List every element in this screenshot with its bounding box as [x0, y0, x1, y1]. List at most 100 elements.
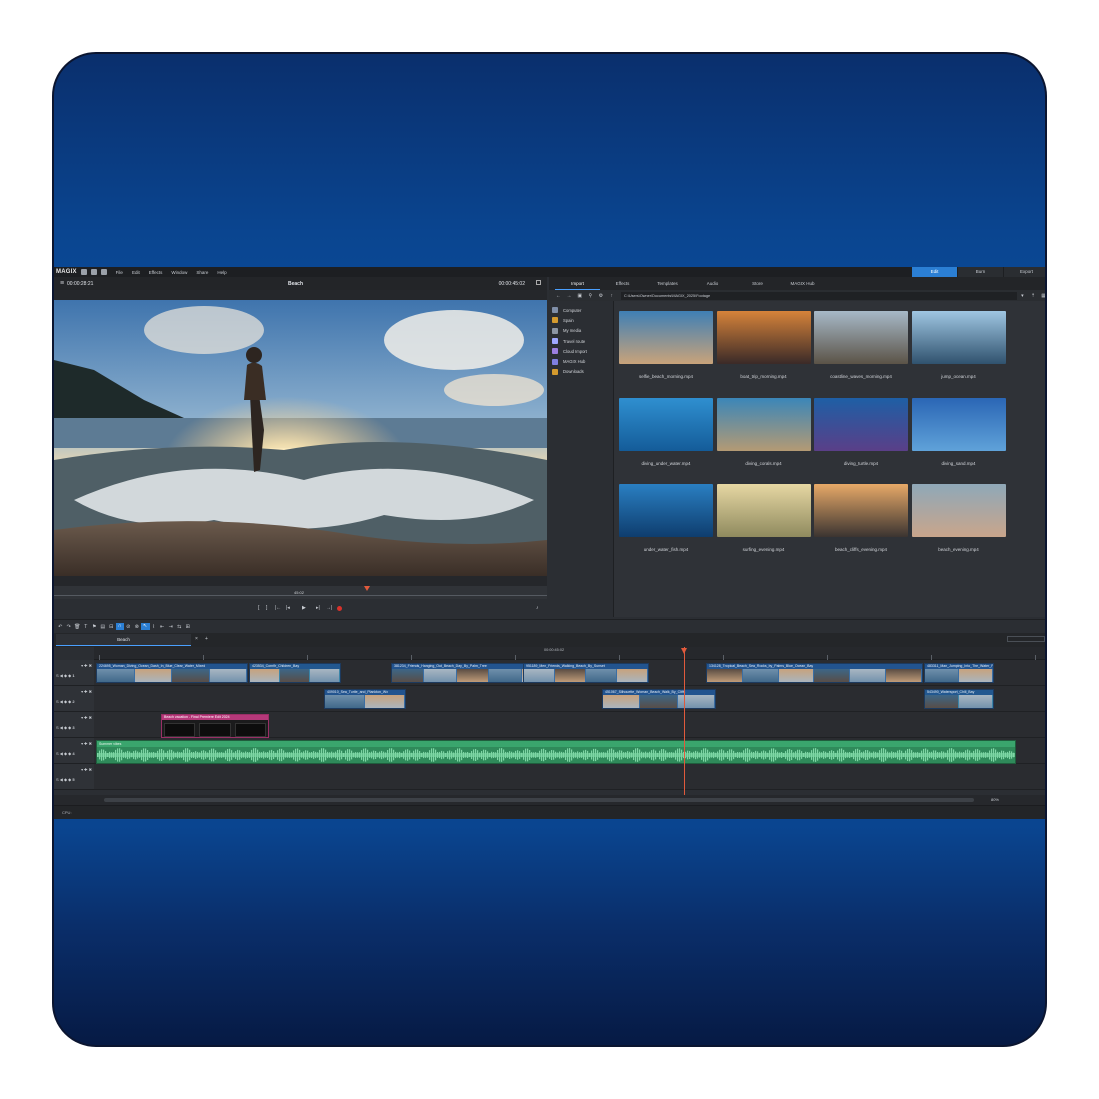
mode-tab-burn[interactable]: Burn	[958, 267, 1003, 277]
maximize-icon[interactable]	[536, 280, 541, 285]
media-item[interactable]: beach_cliffs_evening.mp4	[814, 484, 908, 552]
media-item[interactable]: under_water_fish.mp4	[619, 484, 713, 552]
media-thumbnail[interactable]	[814, 311, 908, 364]
tree-item-spain[interactable]: Spain	[549, 315, 613, 325]
text-icon[interactable]: T	[82, 624, 91, 630]
tree-item-my-media[interactable]: My media	[549, 326, 613, 336]
undo-icon[interactable]: ↶	[56, 624, 65, 630]
stretch-icon[interactable]: ⇆	[175, 624, 184, 630]
time-ruler[interactable]: 00:00:45:02	[94, 647, 1045, 660]
media-item[interactable]: diving_sand.mp4	[911, 397, 1006, 466]
mixer-icon[interactable]: ⊞	[184, 624, 193, 630]
scrollbar-thumb[interactable]	[104, 798, 974, 802]
redo-icon[interactable]: ↷	[65, 624, 74, 630]
next-frame-icon[interactable]: ▸|	[316, 605, 320, 611]
tab-magix-hub[interactable]: MAGIX Hub	[780, 277, 825, 290]
tab-import[interactable]: Import	[555, 277, 600, 290]
scrub-playhead-icon[interactable]	[364, 586, 370, 591]
menu-edit[interactable]: Edit	[132, 270, 140, 275]
video-clip[interactable]: 423534_Cornflr_Children_Bay	[249, 663, 341, 683]
group-icon[interactable]: ⊟	[107, 624, 116, 630]
mark-out-icon[interactable]: ]	[266, 605, 267, 611]
back-icon[interactable]: ←	[553, 293, 564, 299]
mode-tab-edit[interactable]: Edit	[912, 267, 957, 277]
unlink-icon[interactable]: ⊗	[133, 624, 142, 630]
view-mode-switch[interactable]	[1007, 636, 1045, 642]
title-clip[interactable]: Beach vacation - Final Premiere Edit 202…	[161, 714, 269, 738]
track-header-2[interactable]: ▾ ✚ ✖ S ◀ ◆ ◆ 2	[54, 686, 94, 712]
menu-file[interactable]: File	[116, 270, 123, 275]
media-item[interactable]: diving_under_water.mp4	[619, 397, 713, 466]
tab-audio[interactable]: Audio	[690, 277, 735, 290]
open-folder-icon[interactable]	[90, 269, 97, 275]
zoom-level[interactable]: 80%	[991, 797, 999, 802]
prev-frame-icon[interactable]: |◂	[286, 605, 290, 611]
tab-beach-project[interactable]: Beach	[56, 634, 191, 646]
media-thumbnail[interactable]	[619, 484, 713, 537]
add-tab-icon[interactable]: +	[205, 636, 208, 642]
track-header-3[interactable]: ▾ ✚ ✖ S ◀ ◆ ◆ 3	[54, 712, 94, 738]
tab-templates[interactable]: Templates	[645, 277, 690, 290]
video-clip[interactable]: 543490_Watersport_Chill_Bay	[924, 689, 994, 709]
media-item[interactable]: boat_trip_morning.mp4	[716, 311, 811, 379]
timeline-scrollbar[interactable]: 80%	[54, 795, 1045, 805]
settings-icon[interactable]: ⚙	[596, 293, 607, 299]
media-item[interactable]: beach_evening.mp4	[911, 484, 1006, 552]
ripple-icon[interactable]: ⇤	[158, 624, 167, 630]
media-thumbnail[interactable]	[911, 397, 1006, 451]
pointer-icon[interactable]: ↖	[141, 623, 150, 630]
media-thumbnail[interactable]	[814, 484, 908, 537]
track-header-4[interactable]: ▾ ✚ ✖ S ◀ ◆ ◆ 4	[54, 738, 94, 764]
grid-view-icon[interactable]: ▦	[1038, 293, 1045, 299]
audio-clip[interactable]: Summer vibes	[96, 740, 1016, 764]
dropdown-icon[interactable]: ▾	[1017, 293, 1028, 299]
save-icon[interactable]	[100, 269, 107, 275]
media-item[interactable]: surfing_evening.mp4	[716, 484, 811, 552]
media-item[interactable]: selfie_beach_morning.mp4	[619, 311, 713, 379]
hamburger-menu-icon[interactable]: ≡	[60, 280, 64, 287]
new-file-icon[interactable]	[80, 269, 87, 275]
tree-item-downloads[interactable]: Downloads	[549, 367, 613, 377]
track-header-1[interactable]: ▾ ✚ ✖ S ◀ ◆ ◆ 1	[54, 660, 94, 686]
close-tab-icon[interactable]: ×	[195, 636, 198, 642]
track-header-5[interactable]: ▾ ✚ ✖ S ◀ ◆ ◆ 5	[54, 764, 94, 790]
scrub-bar[interactable]: 45:02	[54, 586, 547, 599]
link-icon[interactable]: ⊘	[124, 624, 133, 630]
tree-item-cloud-import[interactable]: Cloud Import	[549, 346, 613, 356]
menu-share[interactable]: Share	[196, 270, 208, 275]
media-item[interactable]: diving_turtle.mp4	[814, 397, 908, 466]
mark-in-icon[interactable]: [	[258, 605, 259, 611]
media-thumbnail[interactable]	[716, 397, 811, 451]
play-icon[interactable]: ▶	[302, 605, 306, 611]
jump-end-icon[interactable]: →|	[326, 605, 332, 611]
forward-icon[interactable]: →	[564, 293, 575, 299]
media-thumbnail[interactable]	[911, 311, 1006, 364]
tab-store[interactable]: Store	[735, 277, 780, 290]
timeline-playhead-icon[interactable]	[681, 648, 687, 654]
up-folder-icon[interactable]: ↑	[606, 293, 617, 299]
media-thumbnail[interactable]	[814, 397, 908, 451]
media-thumbnail[interactable]	[911, 484, 1006, 537]
media-item[interactable]: diving_corals.mp4	[716, 397, 811, 466]
view-icon[interactable]: ▣	[574, 293, 585, 299]
media-thumbnail[interactable]	[716, 484, 811, 537]
media-thumbnail[interactable]	[619, 397, 713, 451]
tree-item-travel-route[interactable]: Travel route	[549, 336, 613, 346]
media-thumbnail[interactable]	[619, 311, 713, 364]
media-item[interactable]: jump_ocean.mp4	[911, 311, 1006, 379]
marker-icon[interactable]: ⚑	[90, 624, 99, 630]
upload-icon[interactable]: ⇡	[1028, 293, 1039, 299]
tab-effects[interactable]: Effects	[600, 277, 645, 290]
media-thumbnail[interactable]	[716, 311, 811, 364]
tree-item-magix-hub[interactable]: MAGIX Hub	[549, 356, 613, 366]
magnet-icon[interactable]: ∩	[115, 623, 124, 630]
split-icon[interactable]: ⌇	[150, 624, 159, 630]
media-item[interactable]: coastline_waves_morning.mp4	[814, 311, 908, 379]
snapshot-icon[interactable]: ▤	[99, 624, 108, 630]
record-icon[interactable]	[337, 606, 342, 611]
tree-item-computer[interactable]: Computer	[549, 305, 613, 315]
menu-help[interactable]: Help	[217, 270, 226, 275]
video-clip[interactable]: 134128_Tropical_Beach_Sea_Rocks_by_Palms…	[706, 663, 923, 683]
video-clip[interactable]: 451067_Silhouette_Woman_Beach_Walk_By_Cl…	[602, 689, 716, 709]
jump-start-icon[interactable]: |←	[275, 605, 281, 611]
